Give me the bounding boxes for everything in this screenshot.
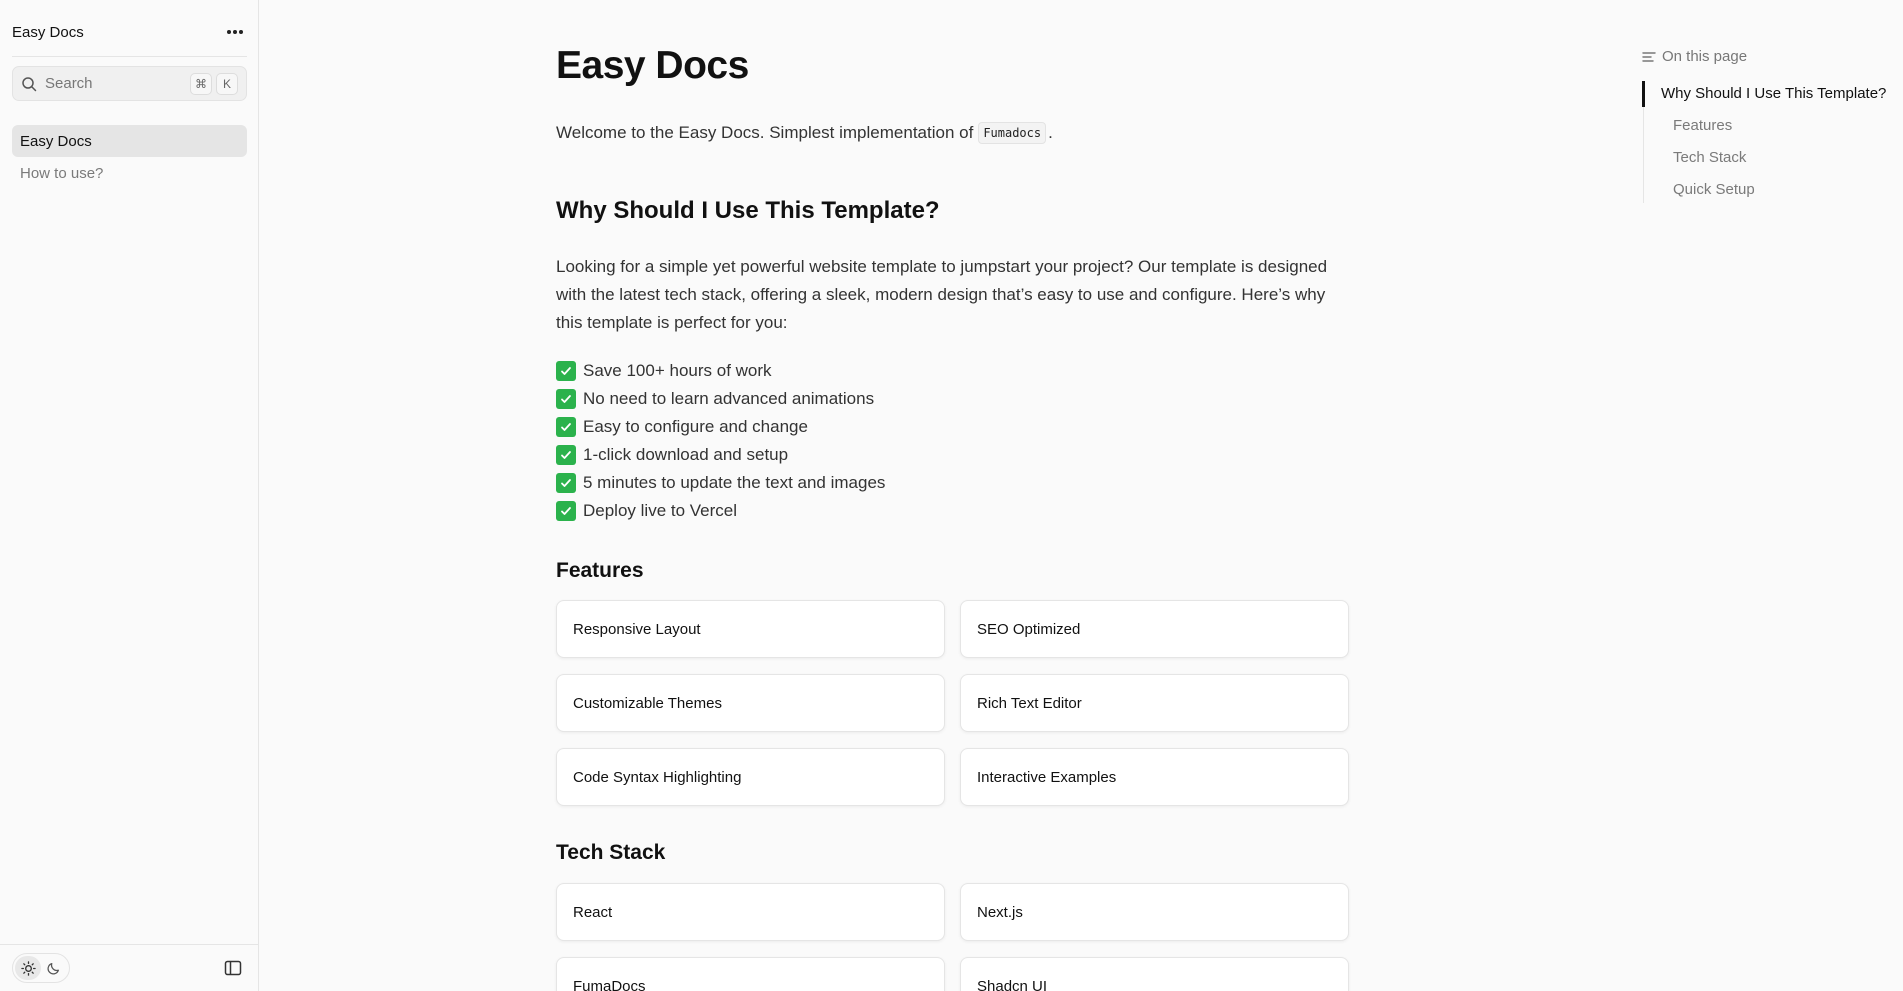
list-item: Save 100+ hours of work: [556, 357, 885, 385]
sidebar-divider: [12, 56, 247, 57]
intro-text-after: .: [1048, 123, 1053, 142]
inline-code: Fumadocs: [978, 122, 1047, 144]
tech-card-fumadocs[interactable]: FumaDocs: [556, 957, 945, 991]
list-item-text: Deploy live to Vercel: [583, 501, 738, 520]
toc-item-features[interactable]: Features: [1673, 117, 1732, 134]
toc-item-tech-stack[interactable]: Tech Stack: [1673, 149, 1746, 166]
moon-icon: [47, 963, 59, 975]
site-title[interactable]: Easy Docs: [12, 24, 84, 41]
toc-active-indicator: [1642, 81, 1645, 107]
check-icon: [556, 501, 576, 521]
list-item-text: 5 minutes to update the text and images: [583, 473, 886, 492]
heading-tech-stack: Tech Stack: [556, 841, 666, 864]
collapse-sidebar-button[interactable]: [219, 954, 247, 982]
intro-text-before: Welcome to the Easy Docs. Simplest imple…: [556, 123, 974, 142]
toc-heading-label: On this page: [1662, 48, 1748, 65]
list-item: Deploy live to Vercel: [556, 497, 885, 525]
toc-heading: On this page: [1642, 48, 1747, 65]
benefits-checklist: Save 100+ hours of work No need to learn…: [556, 357, 885, 525]
check-icon: [556, 389, 576, 409]
why-paragraph: Looking for a simple yet powerful websit…: [556, 257, 1328, 332]
heading-features: Features: [556, 559, 644, 582]
list-item-text: Save 100+ hours of work: [583, 361, 772, 380]
light-theme-button[interactable]: [15, 956, 41, 980]
feature-card-responsive-layout[interactable]: Responsive Layout: [556, 600, 945, 658]
heading-why: Why Should I Use This Template?: [556, 197, 940, 224]
page-title: Easy Docs: [556, 44, 749, 87]
shortcut-mod-key: ⌘: [190, 72, 212, 95]
sun-icon: [20, 960, 36, 976]
more-horizontal-icon: [227, 30, 243, 34]
list-item-text: No need to learn advanced animations: [583, 389, 875, 408]
search-input[interactable]: Search ⌘ K: [12, 66, 247, 101]
check-icon: [556, 473, 576, 493]
intro-text: Welcome to the Easy Docs. Simplest imple…: [556, 122, 1053, 144]
list-item: 1-click download and setup: [556, 441, 885, 469]
tech-card-react[interactable]: React: [556, 883, 945, 941]
tech-card-shadcn-ui[interactable]: Shadcn UI: [960, 957, 1349, 991]
list-item: Easy to configure and change: [556, 413, 885, 441]
check-icon: [556, 361, 576, 381]
text-align-left-icon: [1642, 51, 1656, 62]
shortcut-key: K: [216, 72, 238, 95]
list-item: No need to learn advanced animations: [556, 385, 885, 413]
dark-theme-button[interactable]: [41, 956, 67, 980]
more-options-button[interactable]: [223, 20, 247, 44]
sidebar-item-easy-docs[interactable]: Easy Docs: [12, 125, 247, 157]
toc-item-quick-setup[interactable]: Quick Setup: [1673, 181, 1755, 198]
sidebar: Easy Docs Search ⌘ K Easy Docs How to us…: [0, 0, 259, 991]
theme-toggle[interactable]: [12, 953, 70, 983]
check-icon: [556, 417, 576, 437]
tech-card-nextjs[interactable]: Next.js: [960, 883, 1349, 941]
sidebar-footer: [0, 944, 259, 991]
feature-card-seo-optimized[interactable]: SEO Optimized: [960, 600, 1349, 658]
sidebar-header: Easy Docs: [12, 18, 247, 46]
feature-card-customizable-themes[interactable]: Customizable Themes: [556, 674, 945, 732]
search-icon: [22, 76, 37, 91]
toc-item-why[interactable]: Why Should I Use This Template?: [1661, 85, 1886, 102]
list-item-text: Easy to configure and change: [583, 417, 808, 436]
feature-card-code-syntax-highlighting[interactable]: Code Syntax Highlighting: [556, 748, 945, 806]
search-placeholder: Search: [45, 75, 93, 92]
feature-card-interactive-examples[interactable]: Interactive Examples: [960, 748, 1349, 806]
check-icon: [556, 445, 576, 465]
list-item-text: 1-click download and setup: [583, 445, 789, 464]
sidebar-toggle-icon: [224, 960, 242, 976]
feature-card-rich-text-editor[interactable]: Rich Text Editor: [960, 674, 1349, 732]
sidebar-item-how-to-use[interactable]: How to use?: [12, 157, 247, 189]
list-item: 5 minutes to update the text and images: [556, 469, 885, 497]
